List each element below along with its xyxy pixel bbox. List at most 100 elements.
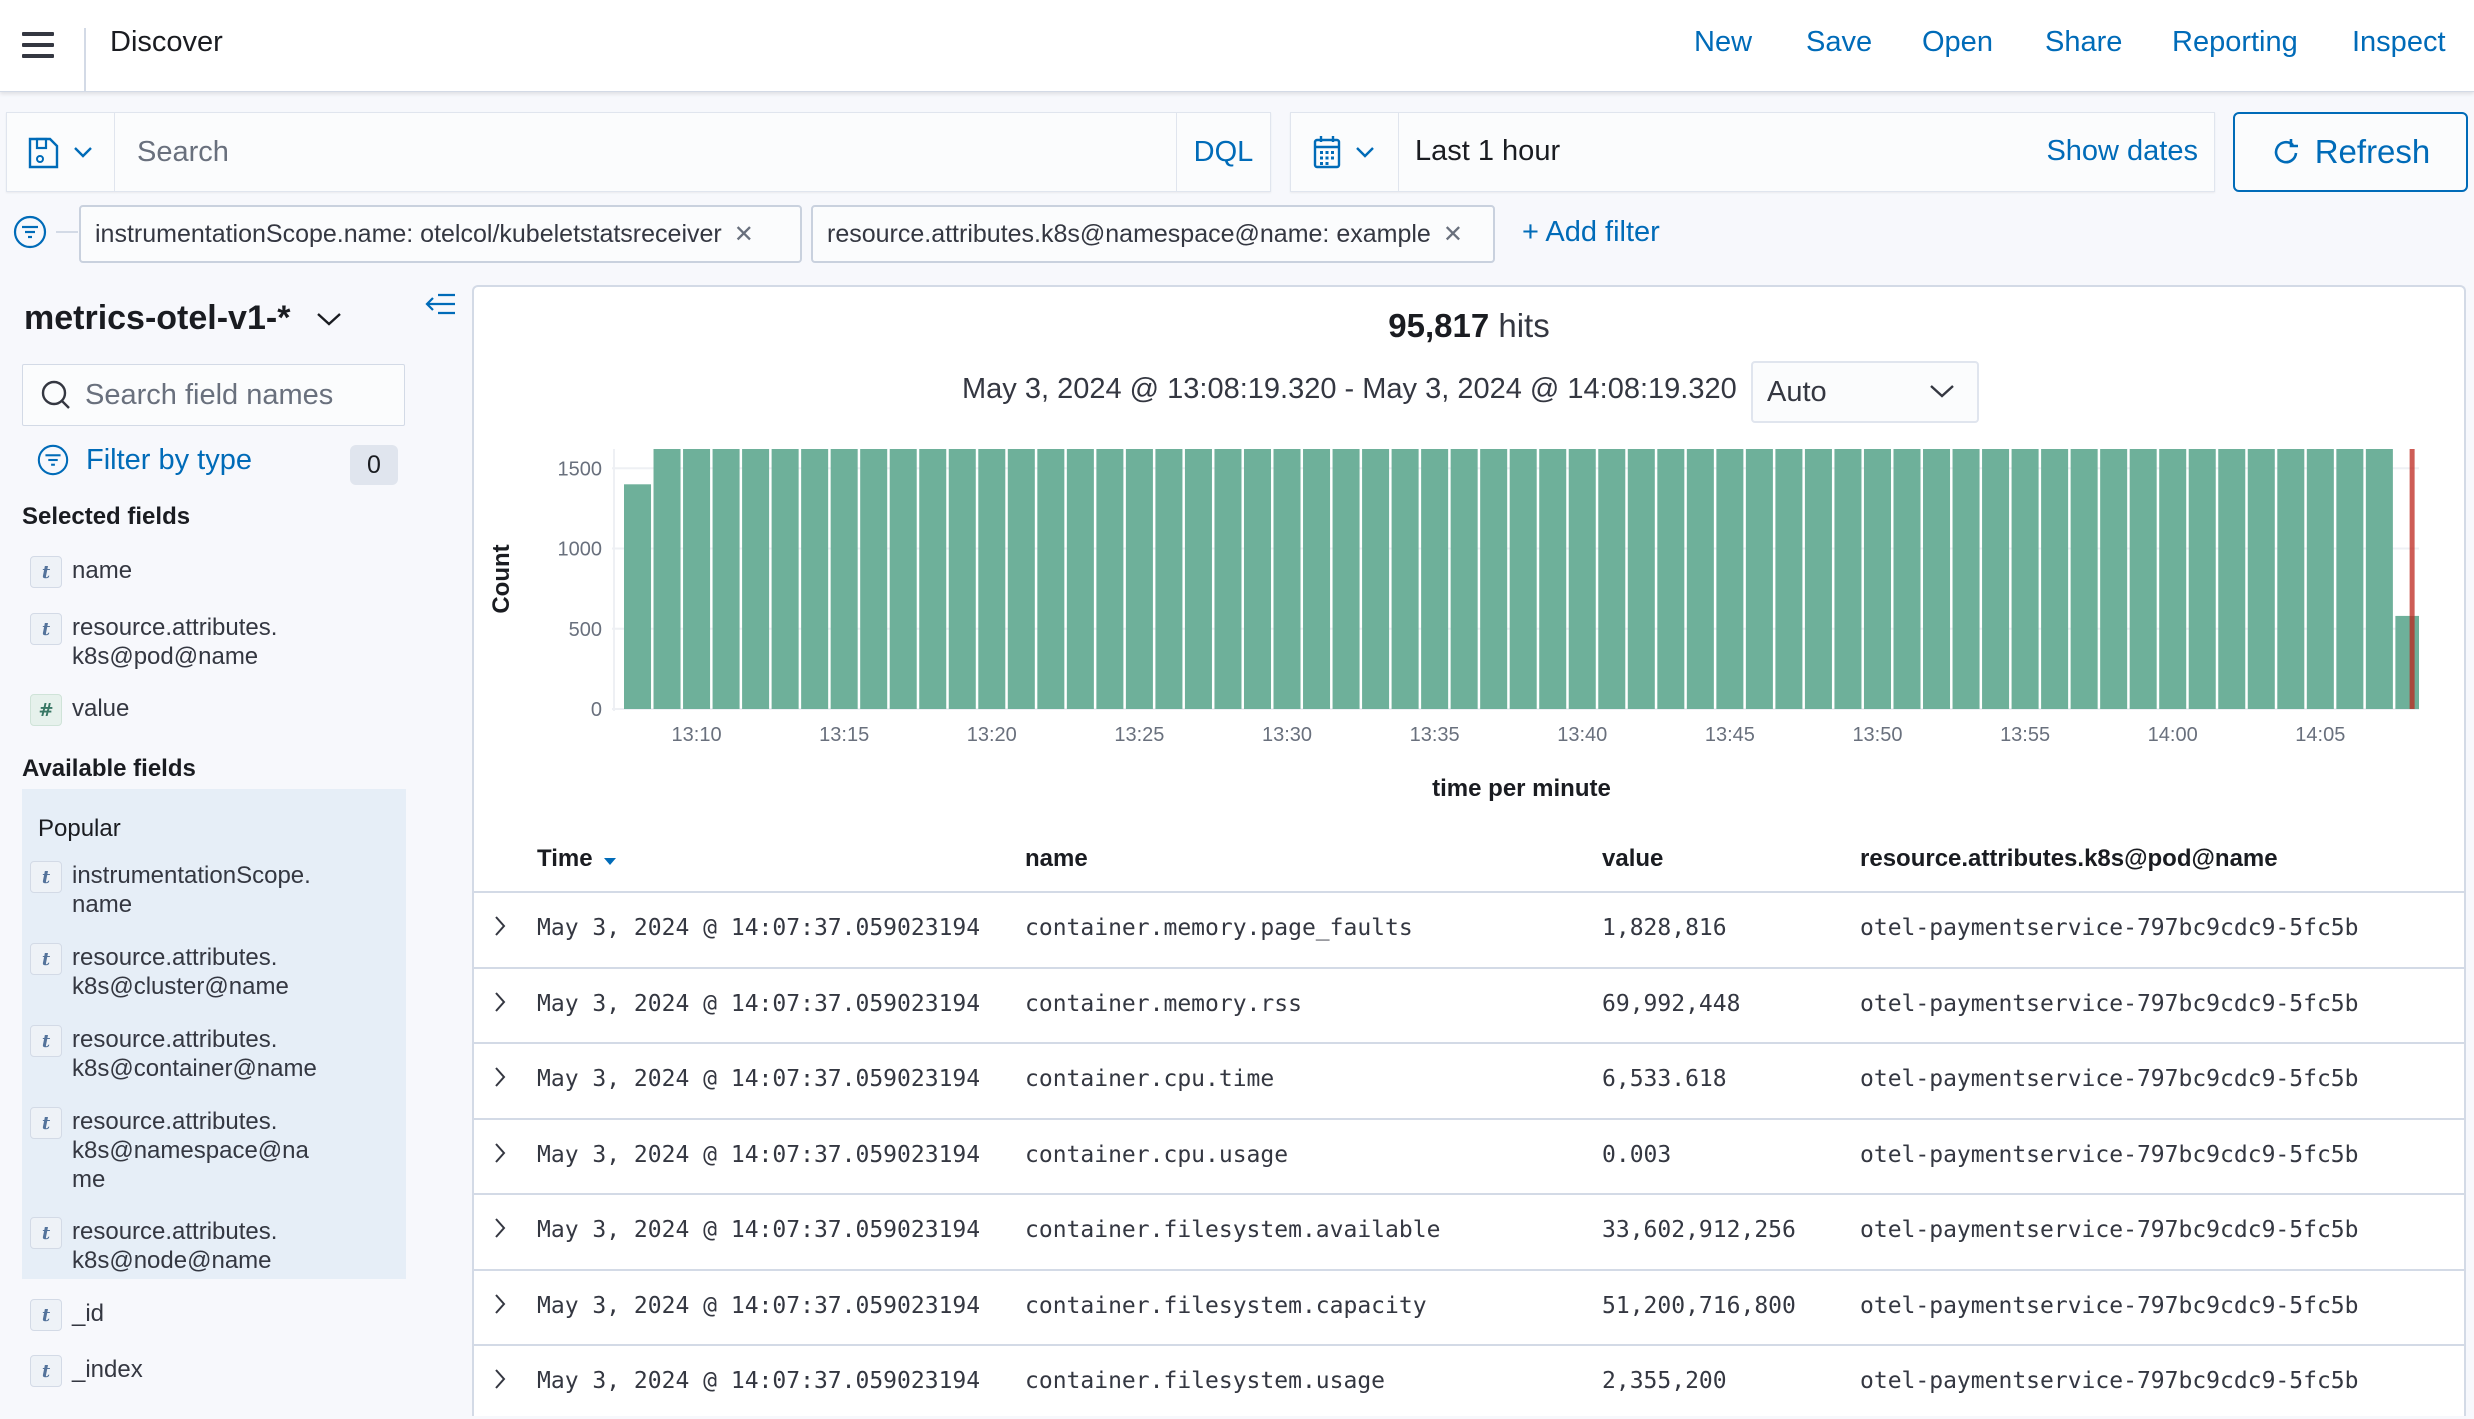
filter-by-type-button[interactable]: Filter by type bbox=[36, 443, 252, 477]
histogram-bar[interactable] bbox=[2041, 449, 2069, 709]
histogram-bar[interactable] bbox=[771, 449, 799, 709]
refresh-button[interactable]: Refresh bbox=[2233, 112, 2468, 192]
add-filter-button[interactable]: + Add filter bbox=[1522, 216, 1660, 249]
histogram-bar[interactable] bbox=[2100, 449, 2128, 709]
index-pattern-selector[interactable]: metrics-otel-v1-* bbox=[24, 299, 342, 338]
chevron-right-icon[interactable] bbox=[488, 987, 512, 1017]
histogram-bar[interactable] bbox=[1332, 449, 1360, 709]
interval-select[interactable]: Auto bbox=[1751, 361, 1979, 423]
histogram-bar[interactable] bbox=[860, 449, 888, 709]
histogram-bar[interactable] bbox=[830, 449, 858, 709]
histogram-bar[interactable] bbox=[2395, 615, 2419, 709]
histogram-bar[interactable] bbox=[948, 449, 976, 709]
histogram-bar[interactable] bbox=[624, 484, 652, 709]
histogram-bar[interactable] bbox=[1273, 449, 1301, 709]
column-header-pod-name[interactable]: resource.attributes.k8s@pod@name bbox=[1860, 845, 2278, 873]
histogram-bar[interactable] bbox=[2218, 449, 2246, 709]
nav-new[interactable]: New bbox=[1694, 26, 1752, 59]
histogram-bar[interactable] bbox=[2306, 449, 2334, 709]
field-item[interactable]: t _id bbox=[30, 1299, 410, 1331]
nav-share[interactable]: Share bbox=[2045, 26, 2122, 59]
close-icon[interactable]: ✕ bbox=[1443, 220, 1463, 249]
histogram-bar[interactable] bbox=[1834, 449, 1862, 709]
histogram-bar[interactable] bbox=[1598, 449, 1626, 709]
nav-inspect[interactable]: Inspect bbox=[2352, 26, 2446, 59]
histogram-bar[interactable] bbox=[1568, 449, 1596, 709]
chevron-right-icon[interactable] bbox=[488, 1364, 512, 1394]
chevron-right-icon[interactable] bbox=[488, 1138, 512, 1168]
field-item[interactable]: t name bbox=[30, 556, 410, 588]
menu-icon[interactable] bbox=[20, 30, 56, 60]
field-item[interactable]: t resource.attributes. k8s@pod@name bbox=[30, 613, 410, 671]
histogram-bar[interactable] bbox=[2277, 449, 2305, 709]
histogram-bar[interactable] bbox=[1686, 449, 1714, 709]
histogram-bar[interactable] bbox=[653, 449, 681, 709]
histogram-bar[interactable] bbox=[2336, 449, 2364, 709]
chevron-right-icon[interactable] bbox=[488, 1289, 512, 1319]
histogram-bar[interactable] bbox=[742, 449, 770, 709]
close-icon[interactable]: ✕ bbox=[734, 220, 754, 249]
filter-menu-icon[interactable] bbox=[12, 214, 48, 250]
histogram-bar[interactable] bbox=[2365, 449, 2393, 709]
date-quick-menu-button[interactable] bbox=[1291, 113, 1399, 191]
histogram-bar[interactable] bbox=[889, 449, 917, 709]
histogram-bar[interactable] bbox=[1952, 449, 1980, 709]
histogram-bar[interactable] bbox=[1037, 449, 1065, 709]
table-row[interactable]: May 3, 2024 @ 14:07:37.059023194 containe… bbox=[474, 1042, 2464, 1117]
field-item[interactable]: t resource.attributes. k8s@namespace@na m… bbox=[30, 1107, 410, 1194]
histogram-bar[interactable] bbox=[1184, 449, 1212, 709]
table-row[interactable]: May 3, 2024 @ 14:07:37.059023194 containe… bbox=[474, 966, 2464, 1042]
field-item[interactable]: t resource.attributes. k8s@container@name bbox=[30, 1025, 410, 1083]
chevron-right-icon[interactable] bbox=[488, 911, 512, 941]
histogram-bar[interactable] bbox=[1627, 449, 1655, 709]
field-item[interactable]: t resource.attributes. k8s@node@name bbox=[30, 1217, 410, 1275]
histogram-bar[interactable] bbox=[1923, 449, 1951, 709]
histogram-bar[interactable] bbox=[1509, 449, 1537, 709]
histogram-bar[interactable] bbox=[1066, 449, 1094, 709]
chevron-right-icon[interactable] bbox=[488, 1062, 512, 1092]
histogram-bar[interactable] bbox=[1214, 449, 1242, 709]
histogram-bar[interactable] bbox=[1480, 449, 1508, 709]
histogram-bar[interactable] bbox=[1421, 449, 1449, 709]
field-item[interactable]: # value bbox=[30, 694, 410, 726]
histogram-bar[interactable] bbox=[1804, 449, 1832, 709]
column-header-name[interactable]: name bbox=[1025, 845, 1088, 873]
histogram-bar[interactable] bbox=[2070, 449, 2098, 709]
histogram-bar[interactable] bbox=[1775, 449, 1803, 709]
histogram-bar[interactable] bbox=[1539, 449, 1567, 709]
histogram-bar[interactable] bbox=[1982, 449, 2010, 709]
histogram-bar[interactable] bbox=[1391, 449, 1419, 709]
show-dates-button[interactable]: Show dates bbox=[2046, 135, 2198, 168]
search-input[interactable] bbox=[117, 113, 1181, 191]
histogram-bar[interactable] bbox=[1125, 449, 1153, 709]
field-item[interactable]: t instrumentationScope. name bbox=[30, 861, 410, 919]
histogram-bar[interactable] bbox=[1096, 449, 1124, 709]
field-search-input[interactable] bbox=[85, 365, 395, 425]
histogram-bar[interactable] bbox=[2011, 449, 2039, 709]
histogram-bar[interactable] bbox=[1716, 449, 1744, 709]
date-range-label[interactable]: Last 1 hour bbox=[1415, 135, 1560, 168]
histogram-bar[interactable] bbox=[712, 449, 740, 709]
collapse-sidebar-icon[interactable] bbox=[424, 289, 458, 319]
nav-open[interactable]: Open bbox=[1922, 26, 1993, 59]
histogram-bar[interactable] bbox=[2247, 449, 2275, 709]
table-row[interactable]: May 3, 2024 @ 14:07:37.059023194 containe… bbox=[474, 891, 2464, 966]
histogram-bar[interactable] bbox=[1893, 449, 1921, 709]
histogram-bar[interactable] bbox=[978, 449, 1006, 709]
chevron-right-icon[interactable] bbox=[488, 1213, 512, 1243]
histogram-bar[interactable] bbox=[919, 449, 947, 709]
histogram-bar[interactable] bbox=[683, 449, 711, 709]
table-row[interactable]: May 3, 2024 @ 14:07:37.059023194 containe… bbox=[474, 1344, 2464, 1419]
histogram-bar[interactable] bbox=[801, 449, 829, 709]
histogram-bar[interactable] bbox=[1863, 449, 1891, 709]
field-item[interactable]: t resource.attributes. k8s@cluster@name bbox=[30, 943, 410, 1001]
sort-desc-icon[interactable] bbox=[603, 856, 617, 866]
saved-query-button[interactable] bbox=[7, 113, 115, 191]
filter-pill-instrumentation-scope[interactable]: instrumentationScope.name: otelcol/kubel… bbox=[79, 205, 802, 263]
query-language-button[interactable]: DQL bbox=[1176, 113, 1270, 191]
histogram-bar[interactable] bbox=[1303, 449, 1331, 709]
histogram-bar[interactable] bbox=[1155, 449, 1183, 709]
histogram-bar[interactable] bbox=[2159, 449, 2187, 709]
histogram-bar[interactable] bbox=[1745, 449, 1773, 709]
nav-reporting[interactable]: Reporting bbox=[2172, 26, 2298, 59]
